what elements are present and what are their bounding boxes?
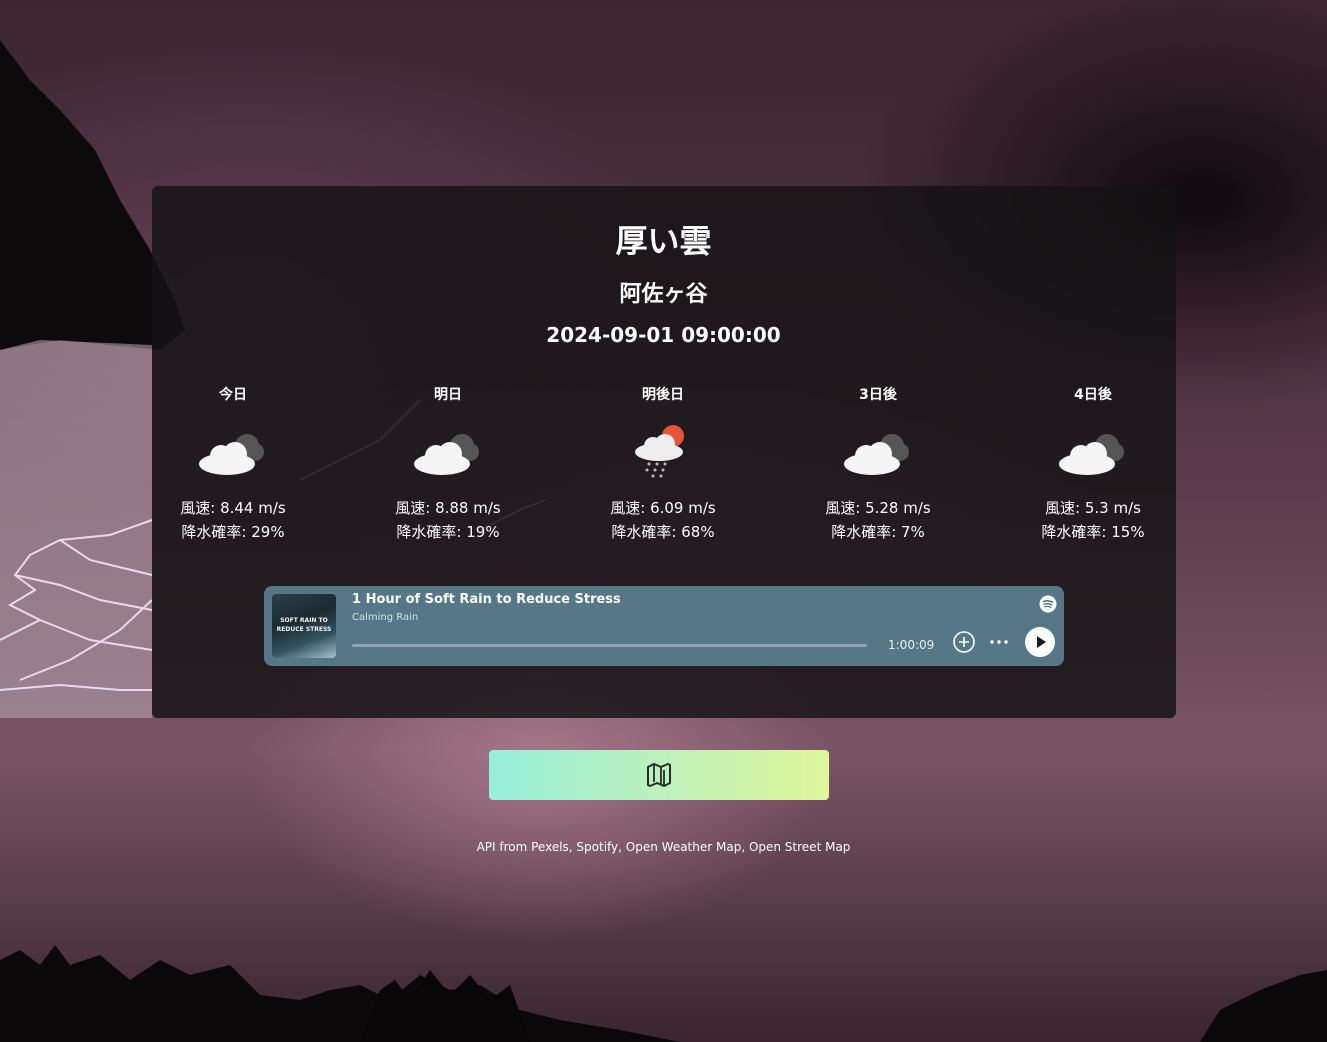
location-name: 阿佐ヶ谷	[619, 282, 708, 307]
forecast-day: 今日 風速: 8.44 m/s 降水確率: 29%	[158, 384, 308, 544]
play-icon	[1037, 636, 1046, 648]
rain-probability: 降水確率: 19%	[396, 523, 500, 541]
forecast-day-label: 明日	[434, 387, 462, 403]
map-icon	[647, 763, 671, 787]
more-options-icon[interactable]	[989, 637, 1009, 647]
wind-speed: 風速: 5.28 m/s	[825, 499, 931, 517]
sun-rain-cloud-icon	[588, 404, 738, 496]
track-artist[interactable]: Calming Rain	[352, 612, 418, 623]
rain-probability: 降水確率: 68%	[611, 523, 715, 541]
add-to-library-icon[interactable]	[952, 630, 976, 654]
wind-speed: 風速: 8.44 m/s	[180, 499, 286, 517]
forecast-day: 4日後 風速: 5.3 m/s 降水確率: 15%	[1018, 384, 1168, 544]
cloudy-icon	[803, 404, 953, 496]
progress-bar[interactable]	[352, 644, 867, 647]
weather-condition: 厚い雲	[615, 222, 712, 260]
forecast-day-label: 明後日	[642, 387, 684, 403]
track-duration: 1:00:09	[888, 638, 935, 652]
wind-speed: 風速: 5.3 m/s	[1045, 499, 1141, 517]
forecast-day: 明後日 風速: 6.09 m/s 降水確率: 68%	[588, 384, 738, 544]
wind-speed: 風速: 6.09 m/s	[610, 499, 716, 517]
lightning-bolts	[0, 519, 153, 691]
rain-probability: 降水確率: 7%	[831, 523, 925, 541]
play-button[interactable]	[1025, 627, 1055, 657]
forecast-day-label: 今日	[219, 387, 247, 403]
forecast-datetime: 2024-09-01 09:00:00	[546, 323, 781, 347]
wind-speed: 風速: 8.88 m/s	[395, 499, 501, 517]
rain-probability: 降水確率: 15%	[1041, 523, 1145, 541]
forecast-day-label: 3日後	[859, 387, 897, 403]
tree-silhouettes	[0, 945, 680, 1042]
spotify-player: SOFT RAIN TO REDUCE STRESS 1 Hour of Soft…	[264, 586, 1064, 666]
api-credits: API from Pexels, Spotify, Open Weather M…	[476, 840, 851, 854]
forecast-day-label: 4日後	[1074, 387, 1112, 403]
rain-probability: 降水確率: 29%	[181, 523, 285, 541]
map-button[interactable]	[489, 750, 829, 800]
forecast-day: 明日 風速: 8.88 m/s 降水確率: 19%	[373, 384, 523, 544]
cloudy-icon	[1018, 404, 1168, 496]
cloudy-icon	[373, 404, 523, 496]
cloudy-icon	[158, 404, 308, 496]
album-cover-text: SOFT RAIN TO REDUCE STRESS	[276, 617, 332, 633]
track-title[interactable]: 1 Hour of Soft Rain to Reduce Stress	[352, 592, 621, 607]
forecast-day: 3日後 風速: 5.28 m/s 降水確率: 7%	[803, 384, 953, 544]
spotify-icon[interactable]	[1039, 595, 1057, 613]
album-cover[interactable]: SOFT RAIN TO REDUCE STRESS	[272, 594, 336, 658]
